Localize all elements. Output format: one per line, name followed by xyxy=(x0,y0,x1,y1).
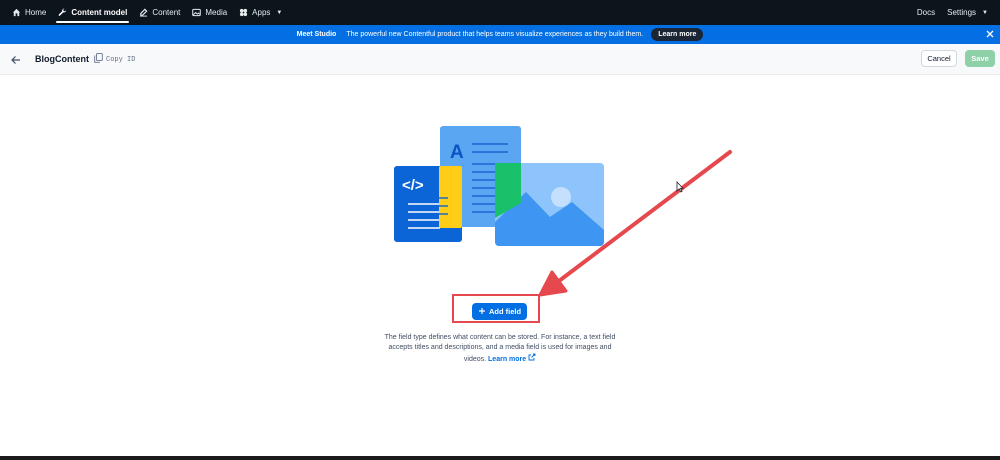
mouse-cursor-icon xyxy=(676,180,684,193)
copy-id-button[interactable]: Copy ID xyxy=(94,53,135,66)
add-field-button[interactable]: Add field xyxy=(472,303,527,320)
copy-id-label: Copy ID xyxy=(106,55,136,64)
plus-icon xyxy=(478,307,486,317)
top-navigation: Home Content model Content Media Apps ▼ … xyxy=(0,0,1000,25)
copy-icon xyxy=(94,53,103,66)
nav-home[interactable]: Home xyxy=(6,0,52,25)
home-icon xyxy=(12,8,21,17)
banner-title: Meet Studio xyxy=(296,31,337,38)
banner-learn-more-button[interactable]: Learn more xyxy=(651,28,704,41)
nav-apps-label: Apps xyxy=(252,8,271,17)
nav-right-group: Docs Settings ▼ xyxy=(911,0,994,25)
nav-apps[interactable]: Apps ▼ xyxy=(233,0,288,25)
nav-content-model-label: Content model xyxy=(71,8,128,17)
nav-media[interactable]: Media xyxy=(186,0,233,25)
apps-icon xyxy=(239,8,248,17)
announcement-banner: Meet Studio The powerful new Contentful … xyxy=(0,25,1000,44)
chevron-down-icon: ▼ xyxy=(982,9,988,16)
image-icon xyxy=(192,8,202,17)
close-icon[interactable] xyxy=(984,28,996,40)
nav-docs-label: Docs xyxy=(916,8,936,17)
external-link-icon xyxy=(528,353,536,363)
content-icon xyxy=(139,8,148,17)
learn-more-label: Learn more xyxy=(488,356,527,363)
nav-content-label: Content xyxy=(152,8,181,17)
nav-content-model[interactable]: Content model xyxy=(52,0,133,25)
nav-home-label: Home xyxy=(25,8,47,17)
learn-more-link[interactable]: Learn more xyxy=(488,353,536,363)
cancel-button[interactable]: Cancel xyxy=(921,50,957,67)
illustration-letter: A xyxy=(450,142,464,163)
nav-content[interactable]: Content xyxy=(133,0,186,25)
banner-text: The powerful new Contentful product that… xyxy=(346,31,644,38)
field-type-help-text: The field type defines what content can … xyxy=(380,333,620,365)
nav-settings[interactable]: Settings ▼ xyxy=(941,0,994,25)
save-button[interactable]: Save xyxy=(965,50,995,67)
add-field-label: Add field xyxy=(488,307,522,316)
empty-state-illustration: A </> xyxy=(390,124,610,250)
illustration-code: </> xyxy=(402,177,424,194)
back-arrow-icon[interactable] xyxy=(9,53,23,67)
content-type-name: BlogContent xyxy=(35,54,89,64)
taskbar-edge xyxy=(0,456,1000,460)
nav-settings-label: Settings xyxy=(947,8,977,17)
editor-header: BlogContent Copy ID xyxy=(0,44,1000,75)
nav-docs[interactable]: Docs xyxy=(911,0,941,25)
wrench-icon xyxy=(58,8,67,17)
nav-media-label: Media xyxy=(205,8,228,17)
chevron-down-icon: ▼ xyxy=(276,9,283,16)
